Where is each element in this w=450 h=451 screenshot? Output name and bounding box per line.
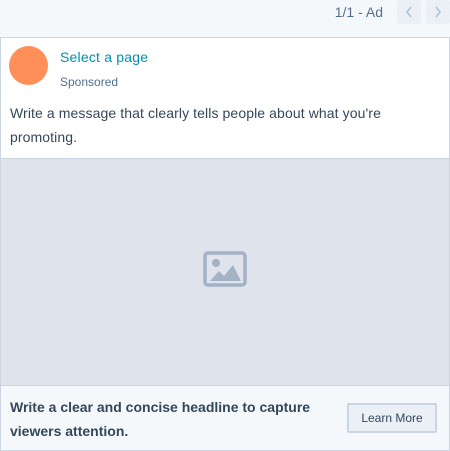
ad-header: Select a page Sponsored	[1, 38, 449, 96]
image-placeholder-icon	[203, 251, 247, 287]
ad-message: Write a message that clearly tells peopl…	[10, 105, 381, 145]
learn-more-button[interactable]: Learn More	[347, 403, 437, 433]
sponsored-label: Sponsored	[60, 75, 119, 89]
select-page-link[interactable]: Select a page	[60, 49, 148, 65]
ad-counter: 1/1 - Ad	[334, 4, 383, 20]
ad-footer: Write a clear and concise headline to ca…	[1, 386, 449, 450]
next-ad-button[interactable]	[426, 0, 450, 24]
page-avatar	[9, 46, 48, 85]
previous-ad-button[interactable]	[397, 0, 421, 24]
ad-preview-card: Select a page Sponsored Write a message …	[0, 37, 450, 451]
chevron-right-icon	[435, 6, 442, 18]
ad-headline: Write a clear and concise headline to ca…	[10, 399, 311, 439]
ad-pager: 1/1 - Ad	[335, 0, 450, 24]
ad-media-placeholder	[1, 158, 449, 386]
chevron-left-icon	[405, 6, 412, 18]
